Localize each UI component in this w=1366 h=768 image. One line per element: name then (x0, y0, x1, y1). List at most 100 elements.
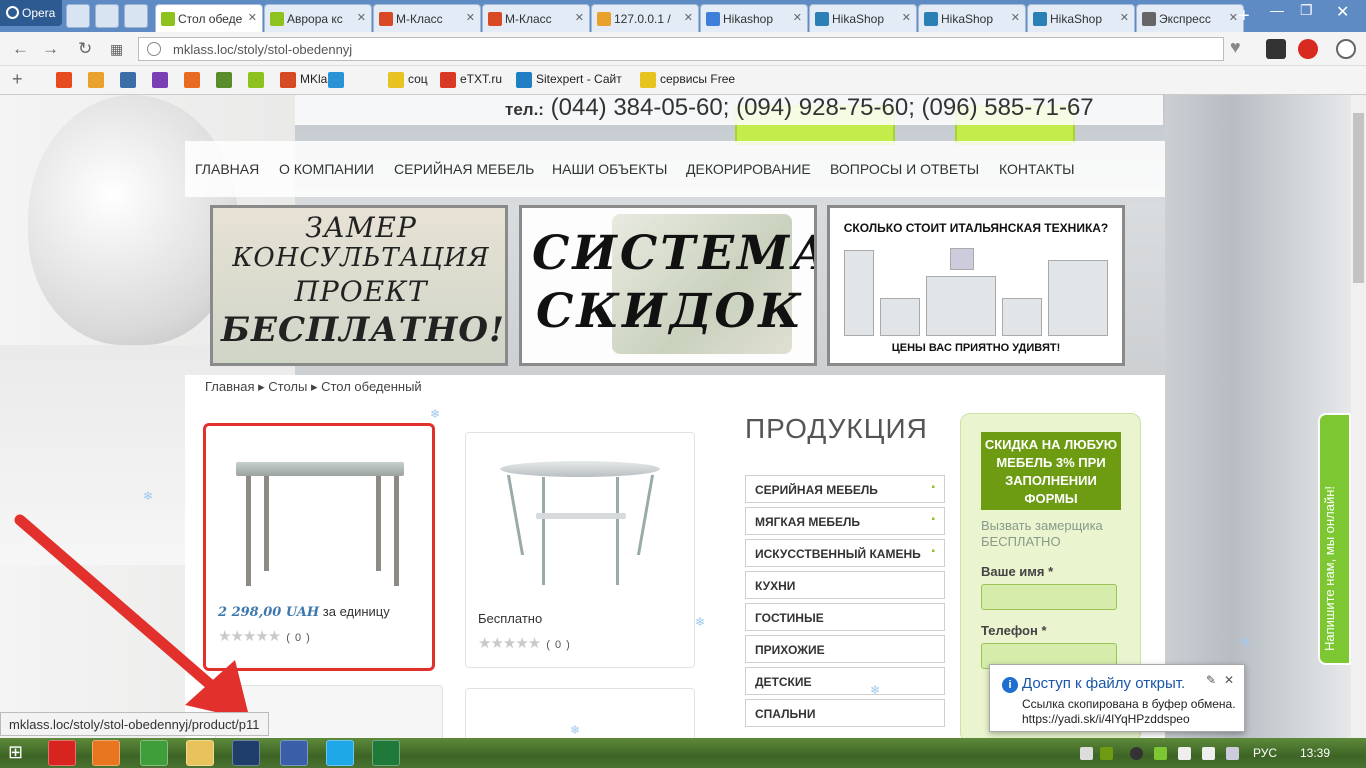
browser-tab[interactable]: HikaShop ✕ (918, 4, 1026, 32)
excel-taskbar-icon[interactable] (372, 740, 400, 766)
bookmark-item[interactable] (88, 72, 108, 90)
close-tab-icon[interactable]: ✕ (902, 11, 911, 24)
tray-arrow-icon[interactable] (1080, 747, 1093, 760)
opera-taskbar-icon[interactable] (48, 740, 76, 766)
language-indicator[interactable]: РУС (1253, 746, 1277, 760)
save-taskbar-icon[interactable] (280, 740, 308, 766)
browser-tab[interactable]: 127.0.0.1 /✕ (591, 4, 699, 32)
scrollbar-thumb[interactable] (1353, 113, 1364, 283)
yandex-disk-icon[interactable] (1226, 747, 1239, 760)
bookmark-item[interactable] (56, 72, 76, 90)
photoshop-taskbar-icon[interactable] (232, 740, 260, 766)
close-tab-icon[interactable]: ✕ (357, 11, 366, 24)
close-tab-icon[interactable]: ✕ (575, 11, 584, 24)
banner-free-measure[interactable]: ЗАМЕР КОНСУЛЬТАЦИЯ ПРОЕКТ БЕСПЛАТНО!!! (210, 205, 508, 366)
vertical-scrollbar[interactable] (1351, 95, 1366, 738)
close-tab-icon[interactable]: ✕ (684, 11, 693, 24)
category-item[interactable]: ПРИХОЖИЕ (745, 635, 945, 663)
tray-icon[interactable] (1154, 747, 1167, 760)
menu-item[interactable]: ДЕКОРИРОВАНИЕ (686, 161, 811, 177)
category-item[interactable]: МЯГКАЯ МЕБЕЛЬ ▪ (745, 507, 945, 535)
skype-taskbar-icon[interactable] (326, 740, 354, 766)
new-tab-button[interactable]: + (1238, 6, 1250, 26)
forward-icon[interactable]: → (42, 39, 59, 59)
bookmark-item[interactable] (120, 72, 140, 90)
windows-start-icon[interactable]: ⊞ (8, 742, 30, 764)
back-icon[interactable]: ← (12, 39, 29, 59)
category-item[interactable]: ГОСТИНЫЕ (745, 603, 945, 631)
volume-icon[interactable] (1202, 747, 1215, 760)
browser-tab[interactable]: Аврора кс ✕ (264, 4, 372, 32)
adblock-icon[interactable] (1298, 39, 1318, 59)
tray-icon[interactable] (1130, 747, 1143, 760)
bookmark-item[interactable]: соц (388, 72, 428, 90)
bookmark-item[interactable]: eTXT.ru (440, 72, 502, 90)
close-tab-icon[interactable]: ✕ (1229, 11, 1238, 24)
category-item[interactable]: ДЕТСКИЕ (745, 667, 945, 695)
bookmark-item[interactable] (184, 72, 204, 90)
bookmark-item[interactable] (152, 72, 172, 90)
download-icon[interactable] (1336, 39, 1356, 59)
browser-tab[interactable]: Hikashop ✕ (700, 4, 808, 32)
bookmark-item[interactable] (328, 72, 348, 90)
breadcrumb-tables[interactable]: Столы (268, 379, 307, 394)
opera-menu-button[interactable]: Opera (0, 0, 62, 26)
pause-icon[interactable] (66, 4, 90, 28)
minimize-icon[interactable]: — (1270, 2, 1284, 18)
bookmark-item[interactable]: Sitexpert - Сайт (516, 72, 622, 90)
name-input[interactable] (981, 584, 1117, 610)
product-price: Бесплатно (478, 611, 543, 626)
menu-item[interactable]: КОНТАКТЫ (999, 161, 1075, 177)
menu-item[interactable]: НАШИ ОБЪЕКТЫ (552, 161, 667, 177)
banner-italian-tech[interactable]: СКОЛЬКО СТОИТ ИТАЛЬЯНСКАЯ ТЕХНИКА? ЦЕНЫ … (827, 205, 1125, 366)
product-card[interactable]: Бесплатно ★★★★★( 0 ) (465, 432, 695, 668)
bookmark-item[interactable] (248, 72, 268, 90)
bookmark-item[interactable]: сервисы Free (640, 72, 735, 90)
close-tab-icon[interactable]: ✕ (1011, 11, 1020, 24)
breadcrumb-home[interactable]: Главная (205, 379, 254, 394)
firefox-taskbar-icon[interactable] (92, 740, 120, 766)
play-icon[interactable] (124, 4, 148, 28)
close-tab-icon[interactable]: ✕ (466, 11, 475, 24)
close-tab-icon[interactable]: ✕ (248, 11, 257, 24)
maximize-icon[interactable]: ❐ (1300, 2, 1313, 19)
mail-icon[interactable] (95, 4, 119, 28)
menu-item[interactable]: ГЛАВНАЯ (195, 161, 259, 177)
reload-icon[interactable]: ↻ (78, 39, 92, 59)
banner-discounts[interactable]: СИСТЕМА СКИДОК (519, 205, 817, 366)
close-tab-icon[interactable]: ✕ (793, 11, 802, 24)
browser-tab[interactable]: HikaShop ✕ (809, 4, 917, 32)
category-item[interactable]: СЕРИЙНАЯ МЕБЕЛЬ ▪ (745, 475, 945, 503)
online-chat-tab[interactable]: Напишите нам, мы онлайн! (1318, 413, 1351, 665)
explorer-taskbar-icon[interactable] (186, 740, 214, 766)
menu-item[interactable]: ВОПРОСЫ И ОТВЕТЫ (830, 161, 979, 177)
browser-tab[interactable]: Экспресс ✕ (1136, 4, 1244, 32)
close-notification-icon[interactable]: ✕ (1224, 673, 1234, 687)
notification-popup[interactable]: i Доступ к файлу открыт. Ссылка скопиров… (989, 664, 1245, 732)
browser-tab[interactable]: Стол обеде ✕ (155, 4, 263, 33)
category-item[interactable]: СПАЛЬНИ (745, 699, 945, 727)
pin-icon[interactable]: ✎ (1206, 673, 1216, 687)
rating-stars[interactable]: ★★★★★( 0 ) (218, 627, 311, 645)
menu-item[interactable]: О КОМПАНИИ (279, 161, 374, 177)
rating-stars[interactable]: ★★★★★( 0 ) (478, 634, 571, 652)
heart-icon[interactable]: ♥ (1230, 37, 1241, 58)
network-icon[interactable] (1178, 747, 1191, 760)
product-card[interactable]: 2 298,00 UAH за единицу ★★★★★( 0 ) (203, 423, 435, 671)
chrome-taskbar-icon[interactable] (140, 740, 168, 766)
speed-dial-icon[interactable]: ▦ (110, 41, 123, 58)
bookmark-item[interactable] (216, 72, 236, 90)
tray-icon[interactable] (1100, 747, 1113, 760)
add-bookmark-icon[interactable]: + (12, 69, 23, 90)
close-tab-icon[interactable]: ✕ (1120, 11, 1129, 24)
browser-tab[interactable]: HikaShop ✕ (1027, 4, 1135, 32)
category-item[interactable]: ИСКУССТВЕННЫЙ КАМЕНЬ ▪ (745, 539, 945, 567)
browser-tab[interactable]: М-Класс ✕ (373, 4, 481, 32)
browser-tab[interactable]: М-Класс ✕ (482, 4, 590, 32)
close-window-icon[interactable]: ✕ (1336, 2, 1349, 22)
clock[interactable]: 13:39 (1300, 746, 1330, 760)
menu-item[interactable]: СЕРИЙНАЯ МЕБЕЛЬ (394, 161, 534, 177)
category-item[interactable]: КУХНИ (745, 571, 945, 599)
url-input[interactable]: mklass.loc/stoly/stol-obedennyj (138, 37, 1224, 61)
extension-icon[interactable] (1266, 39, 1286, 59)
